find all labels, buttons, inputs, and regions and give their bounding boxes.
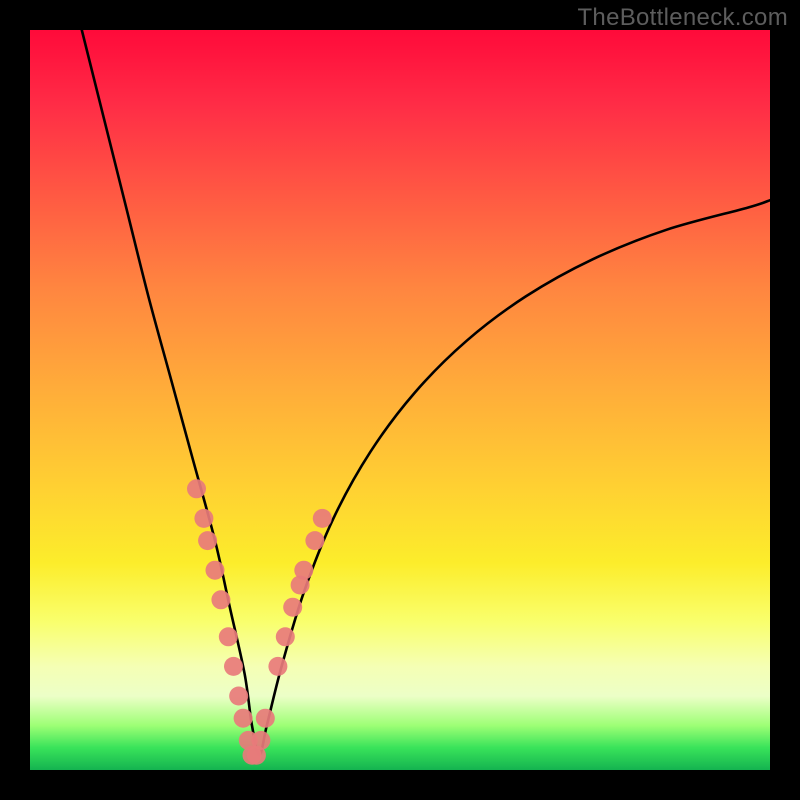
highlight-dot [268,657,287,676]
highlight-dot [256,709,275,728]
highlight-dot [206,561,225,580]
plot-area [30,30,770,770]
chart-svg [30,30,770,770]
highlight-dot [313,509,332,528]
highlight-dot [276,627,295,646]
highlight-dots [187,479,332,764]
highlight-dot [294,561,313,580]
watermark-text: TheBottleneck.com [577,4,788,32]
highlight-dot [187,479,206,498]
plot-border [30,30,770,770]
highlight-dot [198,531,217,550]
highlight-dot [305,531,324,550]
chart-frame: TheBottleneck.com [0,0,800,800]
bottleneck-curve [82,30,770,755]
highlight-dot [251,731,270,750]
highlight-dot [219,627,238,646]
highlight-dot [283,598,302,617]
highlight-dot [229,687,248,706]
highlight-dot [211,590,230,609]
highlight-dot [234,709,253,728]
highlight-dot [194,509,213,528]
highlight-dot [224,657,243,676]
